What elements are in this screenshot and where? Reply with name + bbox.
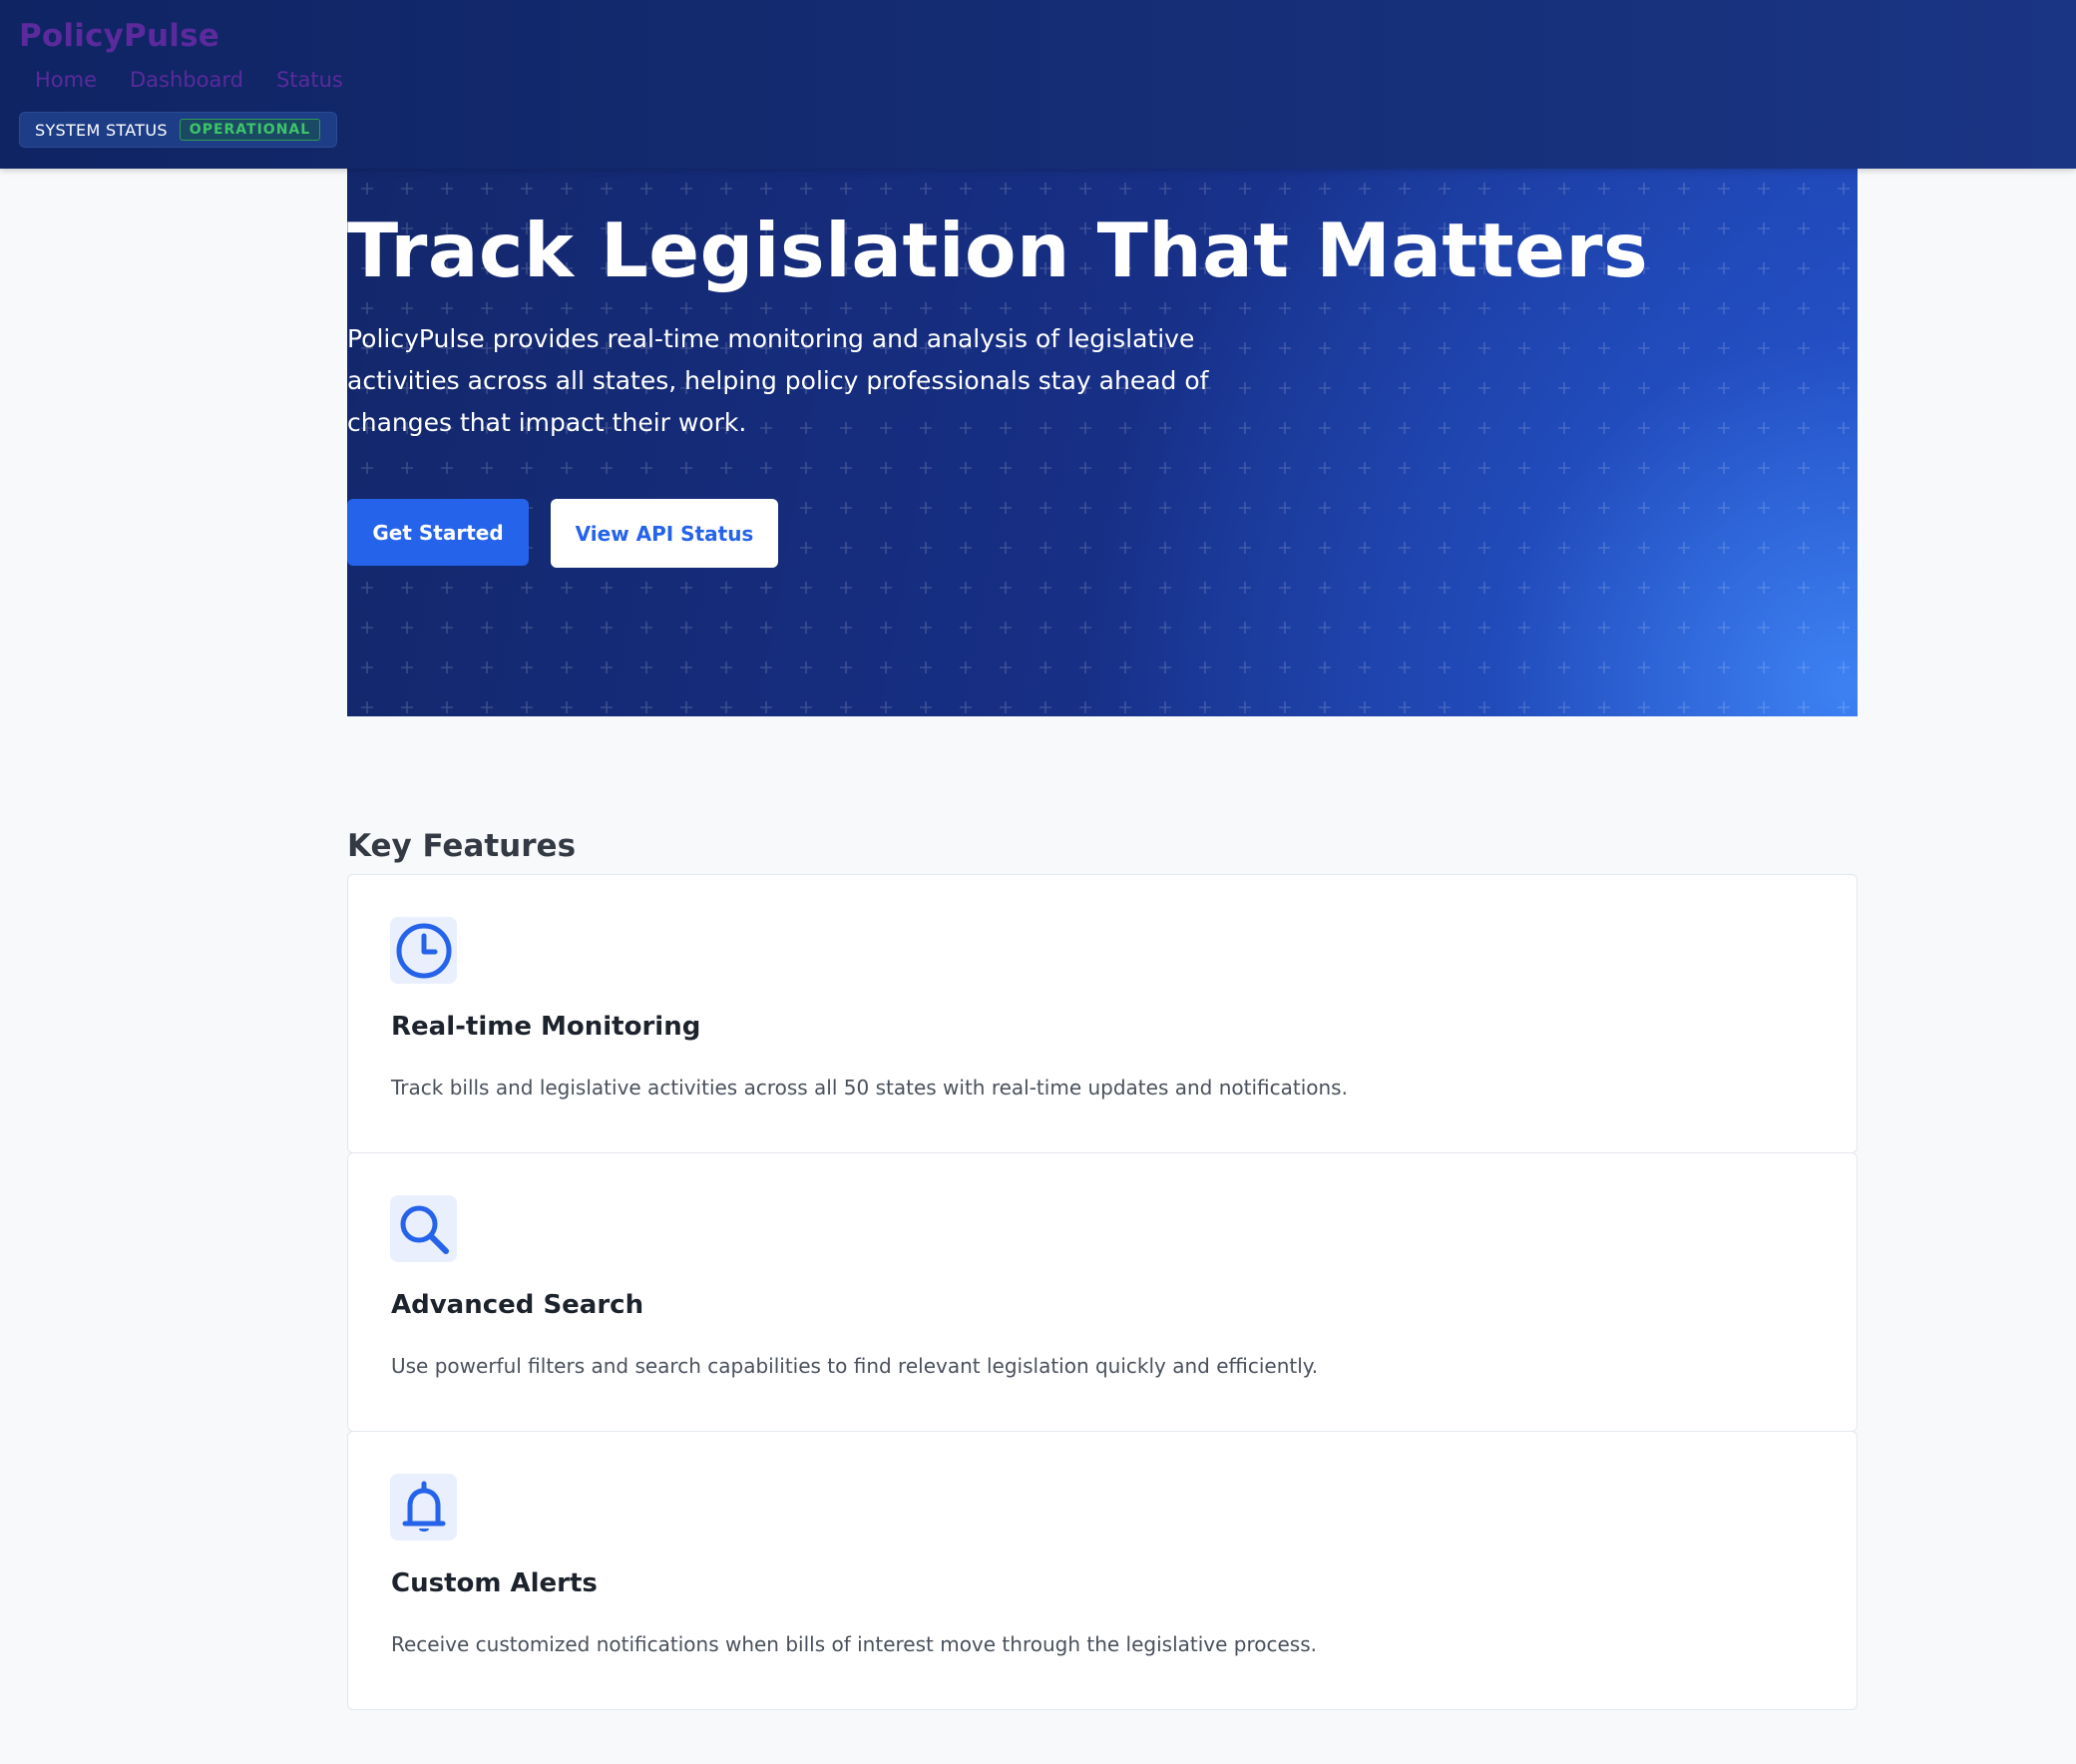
feature-title: Real-time Monitoring bbox=[391, 1012, 701, 1042]
nav-link-home[interactable]: Home bbox=[35, 68, 97, 92]
main-nav: Home Dashboard Status bbox=[35, 68, 343, 92]
status-badge: OPERATIONAL bbox=[179, 119, 321, 141]
search-icon bbox=[390, 1195, 457, 1262]
feature-description: Use powerful filters and search capabili… bbox=[391, 1354, 1319, 1378]
feature-card-custom-alerts: Custom Alerts Receive customized notific… bbox=[347, 1431, 1858, 1710]
hero-section: Track Legislation That Matters PolicyPul… bbox=[347, 169, 1858, 716]
nav-link-status[interactable]: Status bbox=[276, 68, 343, 92]
features-heading: Key Features bbox=[347, 828, 577, 864]
feature-card-realtime-monitoring: Real-time Monitoring Track bills and leg… bbox=[347, 874, 1858, 1153]
get-started-button[interactable]: Get Started bbox=[347, 499, 529, 566]
feature-card-advanced-search: Advanced Search Use powerful filters and… bbox=[347, 1152, 1858, 1432]
system-status-label: SYSTEM STATUS bbox=[35, 120, 168, 140]
bell-icon bbox=[390, 1474, 457, 1541]
brand-logo[interactable]: PolicyPulse bbox=[19, 18, 219, 54]
hero-title: Track Legislation That Matters bbox=[347, 207, 1649, 294]
clock-icon bbox=[390, 917, 457, 984]
feature-description: Track bills and legislative activities a… bbox=[391, 1076, 1348, 1100]
feature-description: Receive customized notifications when bi… bbox=[391, 1632, 1317, 1656]
hero-description: PolicyPulse provides real-time monitorin… bbox=[347, 324, 1209, 437]
nav-link-dashboard[interactable]: Dashboard bbox=[130, 68, 243, 92]
site-header: PolicyPulse Home Dashboard Status SYSTEM… bbox=[0, 0, 2076, 169]
feature-title: Custom Alerts bbox=[391, 1568, 598, 1598]
view-api-status-button[interactable]: View API Status bbox=[551, 499, 778, 568]
system-status-indicator: SYSTEM STATUS OPERATIONAL bbox=[19, 112, 338, 148]
feature-title: Advanced Search bbox=[391, 1290, 644, 1320]
